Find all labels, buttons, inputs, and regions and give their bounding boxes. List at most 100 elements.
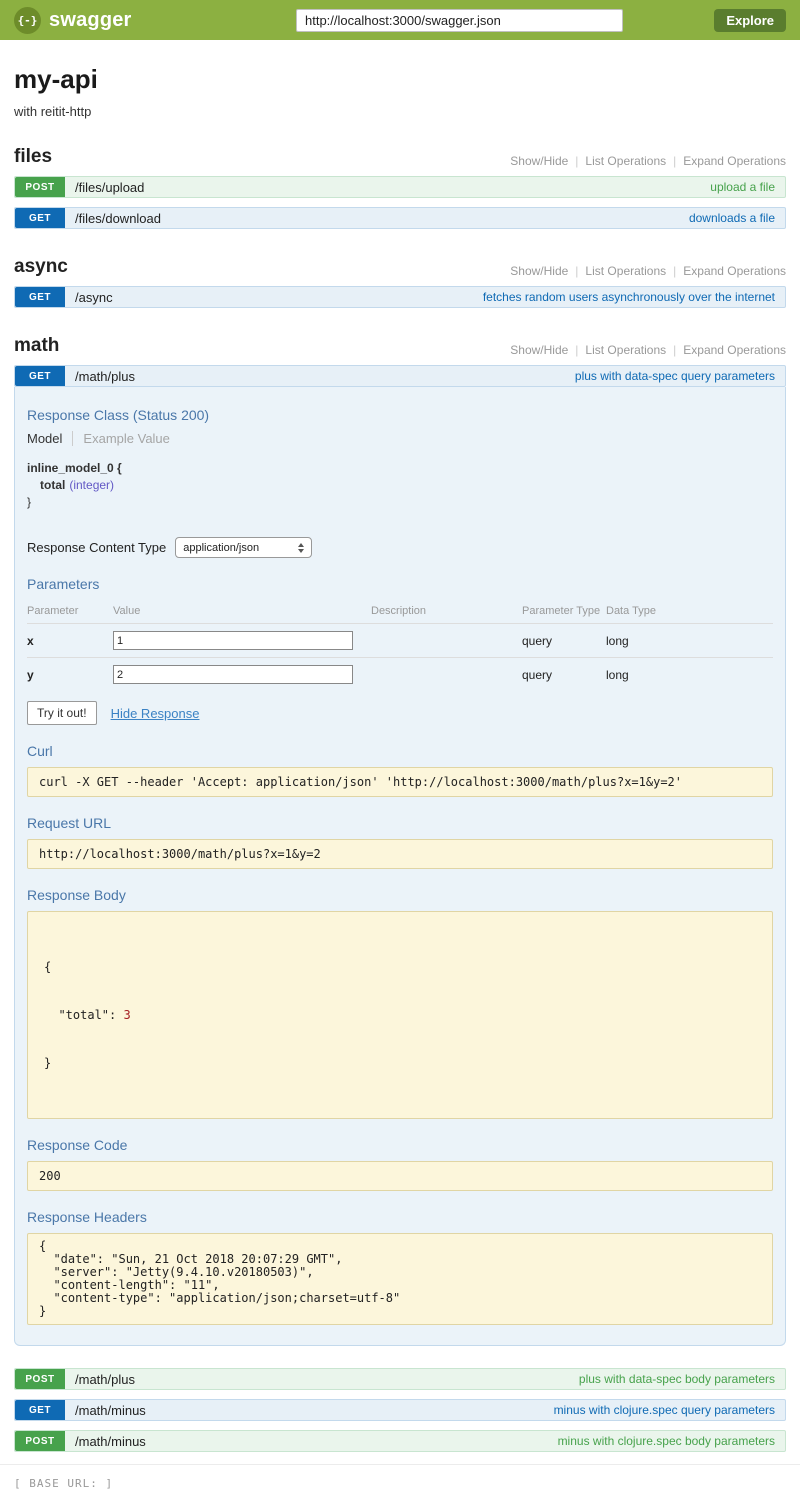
response-headers-heading: Response Headers	[27, 1209, 773, 1225]
endpoint-path-link[interactable]: /math/minus	[75, 1434, 146, 1449]
method-badge: POST	[15, 1369, 65, 1389]
response-code-heading: Response Code	[27, 1137, 773, 1153]
hide-response-link[interactable]: Hide Response	[111, 706, 200, 721]
try-it-out-button[interactable]: Try it out!	[27, 701, 97, 725]
show-hide-link[interactable]: Show/Hide	[510, 343, 568, 357]
expand-operations-link[interactable]: Expand Operations	[683, 264, 786, 278]
section-title-math: math	[14, 335, 59, 357]
endpoint-path-link[interactable]: /math/plus	[75, 1372, 135, 1387]
column-header: Description	[371, 600, 522, 624]
method-badge: GET	[15, 1400, 65, 1420]
page-title: my-api	[14, 64, 786, 95]
method-badge: POST	[15, 1431, 65, 1451]
endpoint-summary-link[interactable]: fetches random users asynchronously over…	[483, 290, 775, 304]
endpoint-path-link[interactable]: /async	[75, 290, 113, 305]
tab-model[interactable]: Model	[27, 431, 73, 446]
tab-example-value[interactable]: Example Value	[73, 431, 169, 446]
endpoint-row-expanded[interactable]: GET /math/plus plus with data-spec query…	[14, 365, 786, 387]
parameter-data-type: long	[606, 624, 773, 658]
endpoint-row[interactable]: GET /async fetches random users asynchro…	[14, 286, 786, 308]
parameter-name: y	[27, 658, 113, 692]
curl-heading: Curl	[27, 743, 773, 759]
spec-url-input[interactable]	[296, 9, 623, 32]
request-url-value: http://localhost:3000/math/plus?x=1&y=2	[27, 839, 773, 869]
endpoint-path-link[interactable]: /files/upload	[75, 180, 144, 195]
section-files: files Show/Hide | List Operations | Expand O…	[14, 146, 786, 229]
endpoint-summary-link[interactable]: plus with data-spec body parameters	[579, 1372, 775, 1386]
section-math: math Show/Hide|List Operations|Expand Op…	[14, 335, 786, 1452]
response-headers-json: { "date": "Sun, 21 Oct 2018 20:07:29 GMT…	[27, 1233, 773, 1325]
list-operations-link[interactable]: List Operations	[585, 264, 666, 278]
method-badge: GET	[15, 287, 65, 307]
explore-button[interactable]: Explore	[714, 9, 786, 32]
parameter-row: y query long	[27, 658, 773, 692]
parameter-type: query	[522, 624, 606, 658]
list-operations-link[interactable]: List Operations	[585, 154, 666, 168]
expand-operations-link[interactable]: Expand Operations	[683, 343, 786, 357]
parameter-value-input[interactable]	[113, 631, 353, 650]
method-badge: GET	[15, 366, 65, 386]
endpoint-summary-link[interactable]: minus with clojure.spec query parameters	[554, 1403, 775, 1417]
json-brace-close: }	[44, 1055, 756, 1071]
parameter-description	[371, 624, 522, 658]
show-hide-link[interactable]: Show/Hide	[510, 264, 568, 278]
separator: |	[575, 264, 578, 278]
parameter-row: x query long	[27, 624, 773, 658]
request-url-heading: Request URL	[27, 815, 773, 831]
section-controls: Show/Hide | List Operations | Expand Operati…	[510, 154, 786, 168]
response-class-heading: Response Class (Status 200)	[27, 407, 773, 423]
parameter-data-type: long	[606, 658, 773, 692]
section-controls: Show/Hide|List Operations|Expand Operati…	[510, 343, 786, 357]
response-body-heading: Response Body	[27, 887, 773, 903]
endpoint-summary-link[interactable]: downloads a file	[689, 211, 775, 225]
endpoint-row[interactable]: GET /files/download downloads a file	[14, 207, 786, 229]
separator: |	[575, 154, 578, 168]
parameter-value-input[interactable]	[113, 665, 353, 684]
top-bar: {-} swagger Explore	[0, 0, 800, 40]
model-signature: inline_model_0 { total(integer) }	[27, 460, 773, 511]
response-content-type-label: Response Content Type	[27, 540, 166, 555]
endpoint-row[interactable]: POST /math/plus plus with data-spec body…	[14, 1368, 786, 1390]
parameter-type: query	[522, 658, 606, 692]
response-code-value: 200	[27, 1161, 773, 1191]
swagger-logo[interactable]: {-} swagger	[14, 7, 132, 34]
endpoint-row[interactable]: GET /math/minus minus with clojure.spec …	[14, 1399, 786, 1421]
endpoint-row[interactable]: POST /files/upload upload a file	[14, 176, 786, 198]
select-arrows-icon	[298, 543, 304, 553]
model-property-name: total	[40, 478, 65, 492]
section-controls: Show/Hide | List Operations | Expand Operati…	[510, 264, 786, 278]
method-badge: POST	[15, 177, 65, 197]
parameter-name: x	[27, 624, 113, 658]
response-content-type-value: application/json	[183, 542, 259, 554]
endpoint-summary-link[interactable]: upload a file	[710, 180, 775, 194]
page-subtitle: with reitit-http	[14, 104, 786, 119]
section-async: async Show/Hide|List Operations|Expand O…	[14, 256, 786, 308]
base-url-label: [ BASE URL: ]	[14, 1477, 113, 1490]
curl-command: curl -X GET --header 'Accept: applicatio…	[27, 767, 773, 797]
swagger-logo-label: swagger	[49, 9, 132, 32]
endpoint-path-link[interactable]: /files/download	[75, 211, 161, 226]
expand-operations-link[interactable]: Expand Operations	[683, 154, 786, 168]
parameter-description	[371, 658, 522, 692]
endpoint-row[interactable]: POST /math/minus minus with clojure.spec…	[14, 1430, 786, 1452]
endpoint-path-link[interactable]: /math/plus	[75, 369, 135, 384]
separator: |	[673, 154, 676, 168]
footer: [ BASE URL: ]	[0, 1464, 800, 1506]
endpoint-path-link[interactable]: /math/minus	[75, 1403, 146, 1418]
separator: |	[575, 343, 578, 357]
separator: |	[673, 264, 676, 278]
endpoint-summary-link[interactable]: minus with clojure.spec body parameters	[558, 1434, 775, 1448]
column-header: Data Type	[606, 600, 773, 624]
column-header: Parameter	[27, 600, 113, 624]
swagger-braces-icon: {-}	[14, 7, 41, 34]
list-operations-link[interactable]: List Operations	[585, 343, 666, 357]
json-key: "total":	[44, 1008, 123, 1022]
response-body-json: { "total": 3 }	[27, 911, 773, 1119]
section-title-files: files	[14, 146, 52, 168]
model-signature-close: }	[27, 495, 31, 509]
response-content-type-select[interactable]: application/json	[175, 537, 312, 558]
model-property-type: (integer)	[69, 478, 114, 492]
endpoint-summary-link[interactable]: plus with data-spec query parameters	[575, 369, 775, 383]
show-hide-link[interactable]: Show/Hide	[510, 154, 568, 168]
column-header: Value	[113, 600, 371, 624]
